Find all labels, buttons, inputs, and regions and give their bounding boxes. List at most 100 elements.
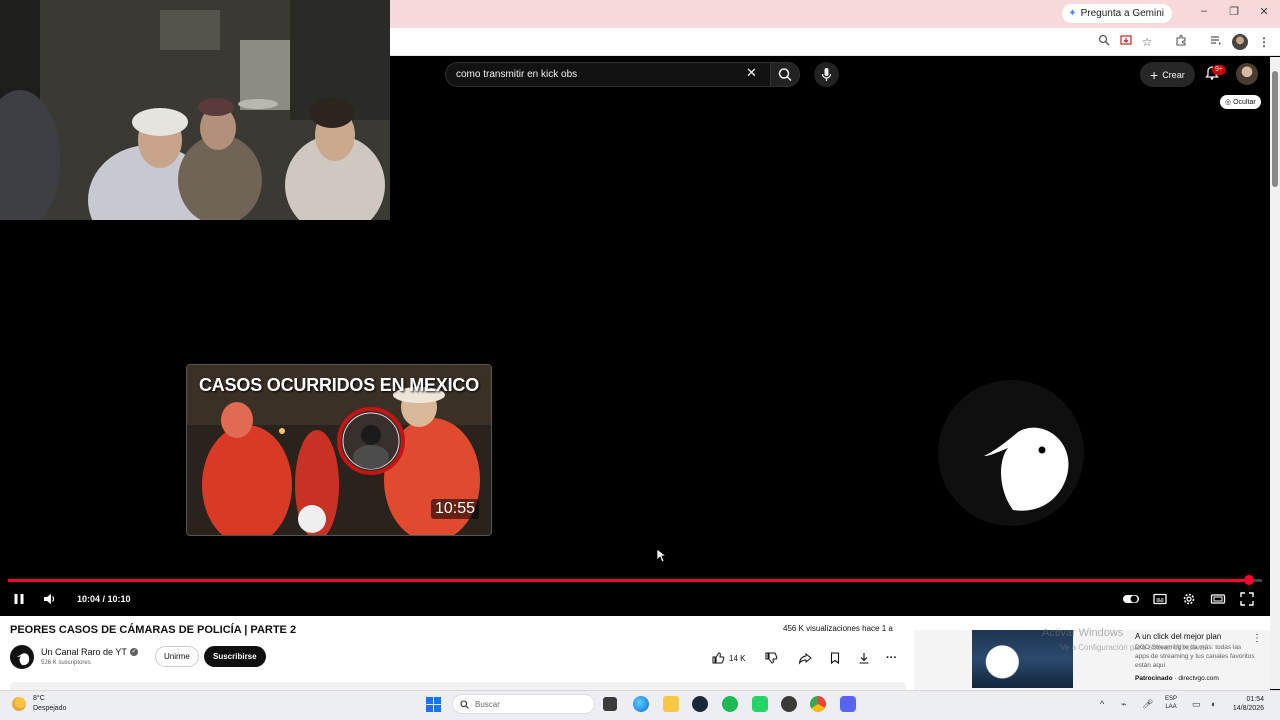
end-card-duration: 10:55 <box>430 499 479 519</box>
channel-penguin-icon <box>17 653 30 666</box>
task-view-icon[interactable] <box>603 697 617 711</box>
more-actions-icon[interactable]: ··· <box>886 649 897 667</box>
account-avatar[interactable] <box>1236 63 1258 85</box>
search-icon <box>778 68 792 82</box>
weather-description: Despejado <box>33 705 67 712</box>
thumbs-down-icon <box>765 652 778 664</box>
clock-time: 01:54 <box>1246 696 1264 703</box>
weather-moon-icon[interactable] <box>12 697 26 711</box>
profile-avatar-icon[interactable] <box>1232 34 1248 50</box>
taskbar-clock[interactable]: 01:54 14/8/2026 <box>1222 695 1264 713</box>
video-title: PEORES CASOS DE CÁMARAS DE POLICÍA | PAR… <box>10 624 297 636</box>
hide-button[interactable]: ◎ Ocultar <box>1220 95 1261 109</box>
clock-date: 14/8/2026 <box>1232 705 1264 712</box>
pause-icon[interactable] <box>11 591 27 607</box>
close-window-button[interactable]: ✕ <box>1256 5 1272 18</box>
theater-mode-icon[interactable] <box>1210 591 1226 607</box>
file-explorer-icon[interactable] <box>663 696 679 712</box>
speaker-icon[interactable]: ◖ <box>1210 699 1215 709</box>
zoom-icon[interactable] <box>1096 34 1112 50</box>
bookmark-icon <box>830 652 840 665</box>
progress-scrubber-handle[interactable] <box>1244 575 1254 585</box>
taskbar-search-box[interactable]: Buscar <box>452 694 595 714</box>
taskbar-search-placeholder: Buscar <box>475 699 500 709</box>
browser-toolbar: ☆ ⋮ <box>390 28 1280 56</box>
like-count: 14 K <box>729 653 746 663</box>
weather-temperature: 8°C <box>33 695 45 702</box>
ad-description: DGO Streaming te da más: todas las apps … <box>1135 644 1255 669</box>
webcam-overlay <box>0 0 390 220</box>
notification-badge: 9+ <box>1212 65 1226 75</box>
ad-more-options-icon[interactable]: ⋮ <box>1252 633 1262 644</box>
gemini-icon: ✦ <box>1068 8 1077 19</box>
voice-search-button[interactable] <box>814 62 839 87</box>
chrome-browser-icon[interactable] <box>810 696 826 712</box>
ad-domain: directvgo.com <box>1178 675 1219 682</box>
spotify-icon[interactable] <box>722 696 738 712</box>
progress-bar[interactable] <box>8 575 1262 585</box>
volume-icon[interactable] <box>41 591 57 607</box>
download-button[interactable] <box>857 649 871 667</box>
minimize-button[interactable]: – <box>1196 5 1212 17</box>
dislike-button[interactable] <box>764 649 778 667</box>
discord-icon[interactable] <box>840 696 856 712</box>
create-button[interactable]: + Crear <box>1140 62 1195 87</box>
whatsapp-icon[interactable] <box>752 696 768 712</box>
search-button[interactable] <box>770 62 800 87</box>
network-icon[interactable]: ⌁ <box>1121 699 1126 710</box>
end-screen-video-card[interactable]: CASOS OCURRIDOS EN MEXICO 10:55 <box>186 364 492 536</box>
hide-label: Ocultar <box>1233 98 1256 106</box>
search-icon <box>460 700 469 709</box>
like-button[interactable]: 14 K <box>711 649 745 667</box>
ad-sponsor-line: Patrocinado · directvgo.com <box>1135 675 1219 682</box>
search-input[interactable]: como transmitir en kick obs <box>445 62 770 87</box>
ad-title[interactable]: A un click del mejor plan <box>1135 632 1221 641</box>
autoplay-toggle-icon[interactable] <box>1122 591 1140 607</box>
end-card-title: CASOS OCURRIDOS EN MEXICO <box>198 375 480 395</box>
create-label: Crear <box>1162 69 1185 80</box>
subtitles-icon[interactable] <box>1152 591 1168 607</box>
channel-name[interactable]: Un Canal Raro de YT <box>41 647 127 657</box>
mouse-cursor-icon <box>656 548 666 563</box>
penguin-channel-logo-icon <box>984 427 1069 511</box>
clear-search-icon[interactable]: ✕ <box>746 66 757 80</box>
microphone-tray-icon[interactable]: 🎤︎ <box>1142 699 1153 710</box>
download-icon <box>859 653 869 664</box>
tray-overflow-chevron-icon[interactable]: ^ <box>1100 699 1104 709</box>
join-button[interactable]: Unirme <box>155 646 199 667</box>
obs-studio-icon[interactable] <box>781 696 797 712</box>
display-icon[interactable]: ▭ <box>1192 699 1201 710</box>
scrollbar-thumb[interactable] <box>1272 71 1278 187</box>
bookmark-star-icon[interactable]: ☆ <box>1139 34 1155 50</box>
gemini-label: Pregunta a Gemini <box>1080 8 1164 19</box>
eye-off-icon: ◎ <box>1225 99 1232 106</box>
browser-menu-icon[interactable]: ⋮ <box>1256 34 1272 50</box>
install-app-icon[interactable] <box>1118 34 1134 50</box>
channel-avatar[interactable] <box>10 645 34 669</box>
subscriber-count: 526 K suscriptores <box>41 660 91 666</box>
subscribe-button[interactable]: Suscribirse <box>204 646 266 667</box>
page-scrollbar[interactable] <box>1270 57 1280 689</box>
extensions-icon[interactable] <box>1173 34 1189 50</box>
input-language-indicator[interactable]: ESP LAA <box>1165 695 1177 711</box>
description-box[interactable] <box>10 682 906 690</box>
plus-icon: + <box>1150 66 1159 83</box>
save-button[interactable] <box>828 649 842 667</box>
progress-fill <box>8 579 1249 582</box>
edge-browser-icon[interactable] <box>633 696 649 712</box>
gemini-button[interactable]: ✦ Pregunta a Gemini <box>1062 4 1172 23</box>
fullscreen-icon[interactable] <box>1239 591 1255 607</box>
windows-start-icon[interactable] <box>426 697 441 712</box>
thumbs-up-icon <box>712 652 725 664</box>
restore-button[interactable]: ❐ <box>1226 5 1242 18</box>
channel-subscribe-card[interactable] <box>938 380 1084 526</box>
settings-gear-icon[interactable] <box>1181 591 1197 607</box>
windows-activation-watermark: Activar Windows <box>1042 627 1124 639</box>
time-readout: 10:04 / 10:10 <box>77 594 131 604</box>
webcam-feed-image <box>0 0 390 220</box>
view-count: 456 K visualizaciones hace 1 a <box>783 624 893 633</box>
youtube-top-bar: como transmitir en kick obs ✕ + Crear 9+ <box>390 57 1270 91</box>
media-queue-icon[interactable] <box>1208 34 1224 50</box>
share-button[interactable] <box>798 649 812 667</box>
steam-icon[interactable] <box>692 696 708 712</box>
